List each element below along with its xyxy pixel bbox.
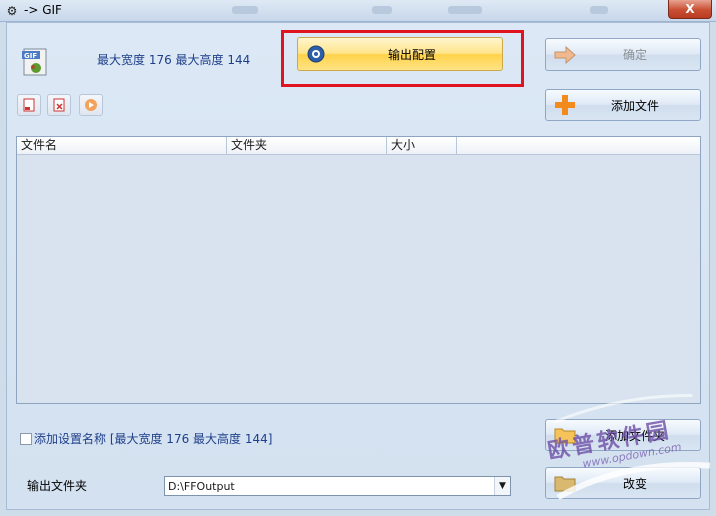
change-button[interactable]: 改变: [545, 467, 701, 499]
size-info: 最大宽度 176 最大高度 144: [97, 53, 251, 67]
title-blur: [372, 6, 392, 14]
play-button[interactable]: [79, 94, 103, 116]
output-folder-label: 输出文件夹: [27, 479, 88, 493]
column-folder[interactable]: 文件夹: [227, 137, 387, 154]
folder-icon: [554, 428, 576, 444]
add-file-button[interactable]: 添加文件: [545, 89, 701, 121]
folder-open-icon: [554, 476, 576, 492]
close-button[interactable]: X: [668, 0, 712, 19]
title-blur: [448, 6, 482, 14]
file-list[interactable]: 文件名 文件夹 大小: [16, 136, 701, 404]
file-remove-icon: [23, 98, 35, 112]
title-blur: [590, 6, 608, 14]
add-folder-button[interactable]: 添加文件夹: [545, 419, 701, 451]
ok-button[interactable]: 确定: [545, 38, 701, 71]
remove-item-button[interactable]: [17, 94, 41, 116]
clear-list-button[interactable]: [47, 94, 71, 116]
play-icon: [85, 99, 97, 111]
output-folder-value: D:\FFOutput: [168, 479, 235, 493]
column-size[interactable]: 大小: [387, 137, 457, 154]
column-filename[interactable]: 文件名: [17, 137, 227, 154]
app-icon: ⚙: [6, 4, 18, 18]
svg-text:GIF: GIF: [24, 52, 37, 60]
window-title: -> GIF: [24, 3, 62, 17]
list-header: 文件名 文件夹 大小: [17, 137, 700, 155]
highlight-box: [281, 30, 524, 87]
arrow-right-icon: [554, 45, 576, 64]
add-setting-name-row[interactable]: 添加设置名称 [最大宽度 176 最大高度 144]: [20, 430, 272, 447]
plus-icon: [555, 95, 575, 115]
file-delete-icon: [53, 98, 65, 112]
gif-file-icon: GIF: [22, 48, 47, 76]
add-setting-name-label: 添加设置名称 [最大宽度 176 最大高度 144]: [34, 432, 273, 446]
add-setting-name-checkbox[interactable]: [20, 432, 32, 445]
title-bar: ⚙ -> GIF X: [0, 0, 716, 22]
output-folder-select[interactable]: D:\FFOutput ▼: [164, 476, 511, 496]
title-blur: [232, 6, 258, 14]
main-panel: GIF 最大宽度 176 最大高度 144 输出配置 确定 添加文件 文件名 文…: [6, 22, 710, 510]
dropdown-arrow-icon[interactable]: ▼: [494, 477, 510, 495]
